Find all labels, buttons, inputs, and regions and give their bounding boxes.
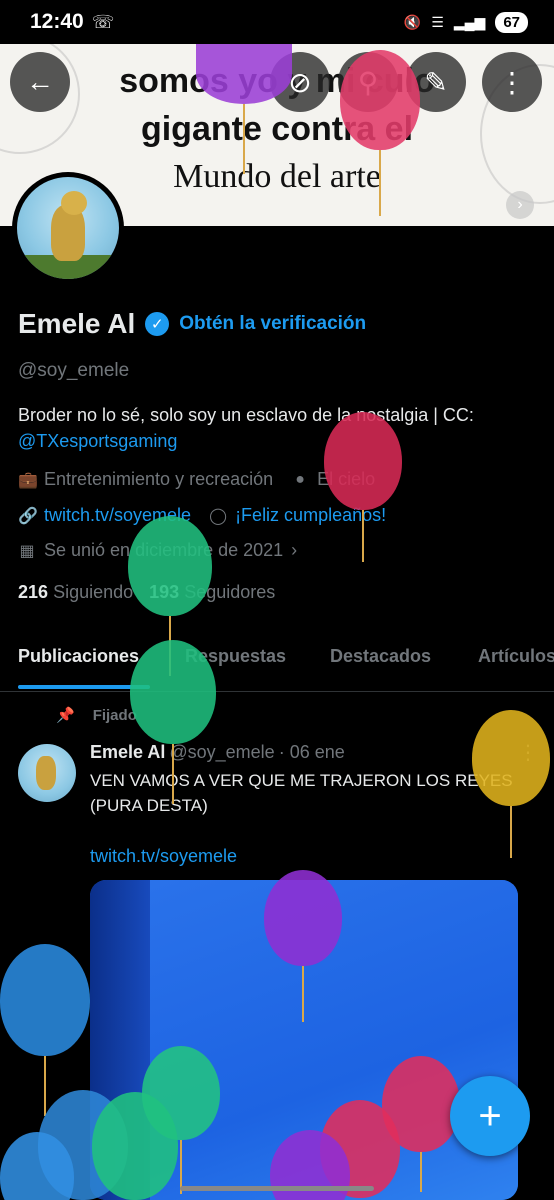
profile-meta-row: 💼 Entretenimiento y recreación ● El ciel… bbox=[18, 469, 375, 490]
calendar-icon: ▦ bbox=[19, 542, 35, 560]
back-button[interactable]: ← bbox=[10, 52, 70, 112]
profile-avatar[interactable] bbox=[12, 172, 124, 284]
follow-stats: 216 Siguiendo 193 Seguidores bbox=[18, 582, 275, 603]
battery-indicator: 67 bbox=[495, 11, 528, 33]
profile-joined: Se unió en diciembre de 2021 bbox=[44, 540, 284, 560]
following-label: Siguiendo bbox=[53, 582, 134, 602]
pinned-indicator: 📌 Fijado bbox=[56, 706, 137, 725]
post-date: · 06 ene bbox=[278, 742, 345, 762]
name-row: Emele Al ✓ Obtén la verificación bbox=[18, 308, 366, 340]
post-more-icon[interactable]: ⋮ bbox=[518, 740, 538, 765]
following-link[interactable]: 216 Siguiendo bbox=[18, 582, 133, 603]
whatsapp-icon: ☏ bbox=[91, 11, 115, 32]
post-avatar[interactable] bbox=[18, 744, 76, 802]
profile-website-link[interactable]: twitch.tv/soyemele bbox=[44, 505, 191, 526]
arrow-left-icon: ← bbox=[26, 66, 54, 97]
balloon-decoration bbox=[0, 944, 90, 1116]
more-options-button[interactable]: ⋮ bbox=[482, 52, 542, 112]
more-vertical-icon: ⋮ bbox=[498, 66, 526, 98]
edit-button[interactable]: ✎ bbox=[406, 52, 466, 112]
banner-text-line2: gigante contra el bbox=[140, 110, 414, 148]
home-indicator[interactable] bbox=[180, 1186, 374, 1191]
tab-destacados[interactable]: Destacados bbox=[330, 632, 431, 667]
profile-location: El cielo bbox=[317, 469, 376, 489]
birthday-link[interactable]: ¡Feliz cumpleaños! bbox=[235, 505, 386, 526]
plus-icon: + bbox=[478, 1093, 502, 1138]
post-text: VEN VAMOS A VER QUE ME TRAJERON LOS REYE… bbox=[90, 771, 513, 815]
post-link[interactable]: twitch.tv/soyemele bbox=[90, 846, 237, 867]
status-time: 12:40 bbox=[30, 10, 84, 33]
get-verified-link[interactable]: Obtén la verificación bbox=[179, 313, 366, 335]
pencil-icon: ✎ bbox=[424, 66, 448, 98]
profile-bio: Broder no lo sé, solo soy un esclavo de … bbox=[18, 402, 538, 454]
profile-name: Emele Al bbox=[18, 308, 136, 339]
chevron-right-icon: › bbox=[291, 540, 298, 560]
tab-publicaciones[interactable]: Publicaciones bbox=[18, 632, 139, 667]
balloon-icon: ◯ bbox=[209, 507, 228, 525]
link-icon: 🔗 bbox=[18, 507, 38, 525]
wifi-icon: ☰ bbox=[431, 13, 444, 30]
active-tab-indicator bbox=[18, 685, 150, 689]
post-author-name[interactable]: Emele Al bbox=[90, 742, 165, 763]
tab-articulos[interactable]: Artículos bbox=[478, 632, 554, 667]
briefcase-icon: 💼 bbox=[18, 471, 38, 489]
verified-badge-icon[interactable]: ✓ bbox=[145, 312, 170, 336]
post-media[interactable] bbox=[90, 880, 518, 1200]
mute-icon: 🔇 bbox=[403, 13, 422, 30]
bio-text: Broder no lo sé, solo soy un esclavo de … bbox=[18, 405, 474, 425]
pinned-label: Fijado bbox=[92, 706, 137, 724]
followers-label: Seguidores bbox=[184, 582, 276, 602]
location-icon: ● bbox=[295, 470, 305, 488]
tab-respuestas[interactable]: Respuestas bbox=[185, 632, 286, 667]
profile-meta-row: 🔗 twitch.tv/soyemele ◯ ¡Feliz cumpleaños… bbox=[18, 505, 386, 526]
grok-icon: ⊘ bbox=[288, 66, 312, 98]
signal-icon: ▂▄▆ bbox=[453, 13, 486, 30]
status-bar: 12:40 ☏ 🔇 ☰ ▂▄▆ 67 bbox=[0, 0, 554, 44]
profile-tabs: Publicaciones Respuestas Destacados Artí… bbox=[0, 632, 554, 692]
carousel-next-icon[interactable]: › bbox=[506, 191, 534, 219]
balloon-decoration bbox=[0, 1132, 74, 1200]
following-count: 216 bbox=[18, 582, 49, 602]
followers-count: 193 bbox=[149, 582, 180, 602]
bio-mention-link[interactable]: @TXesportsgaming bbox=[18, 431, 177, 451]
grok-button[interactable]: ⊘ bbox=[270, 52, 330, 112]
profile-category: Entretenimiento y recreación bbox=[44, 469, 274, 489]
search-button[interactable]: ⚲ bbox=[338, 52, 398, 112]
avatar-image bbox=[17, 177, 119, 279]
pin-icon: 📌 bbox=[56, 707, 75, 724]
profile-joined-row[interactable]: ▦ Se unió en diciembre de 2021 › bbox=[18, 540, 297, 561]
followers-link[interactable]: 193 Seguidores bbox=[149, 582, 275, 603]
search-icon: ⚲ bbox=[357, 66, 379, 98]
compose-button[interactable]: + bbox=[450, 1076, 530, 1156]
profile-handle: @soy_emele bbox=[18, 360, 130, 381]
post-header: Emele Al @soy_emele · 06 ene bbox=[90, 742, 345, 763]
post-author-handle: @soy_emele bbox=[169, 742, 275, 762]
